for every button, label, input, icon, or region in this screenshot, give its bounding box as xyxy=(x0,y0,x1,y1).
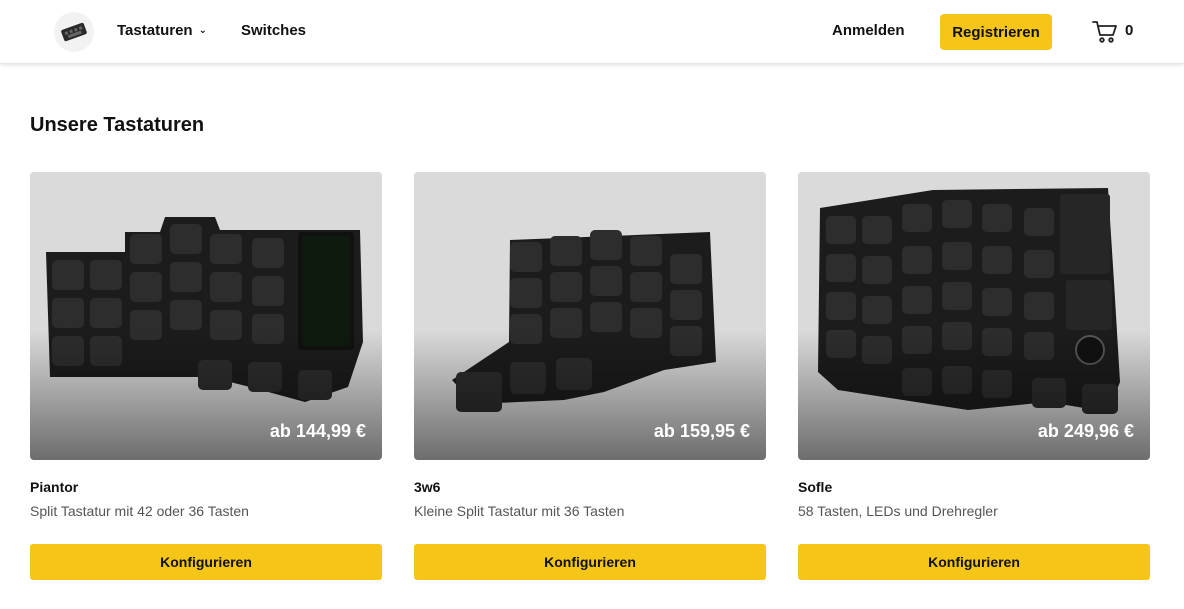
product-image-sofle[interactable]: ab 249,96 € xyxy=(798,172,1150,460)
cart-count: 0 xyxy=(1125,22,1134,39)
chevron-down-icon: ⌄ xyxy=(198,25,207,36)
product-name[interactable]: Sofle xyxy=(798,479,832,495)
configure-button-sofle[interactable]: Konfigurieren xyxy=(798,544,1150,580)
login-link[interactable]: Anmelden xyxy=(832,22,905,39)
product-price: ab 159,95 € xyxy=(653,421,750,441)
keyboard-logo-icon[interactable] xyxy=(54,12,94,52)
product-name[interactable]: 3w6 xyxy=(414,479,440,495)
product-description: Kleine Split Tastatur mit 36 Tasten xyxy=(414,503,625,519)
product-image-3w6[interactable]: ab 159,95 € xyxy=(414,172,766,460)
site-header: Tastaturen ⌄ Switches Anmelden Registrier… xyxy=(0,0,1184,64)
product-price: ab 144,99 € xyxy=(269,421,366,441)
nav-switches-link[interactable]: Switches xyxy=(241,22,306,39)
product-card-piantor: ab 144,99 € Piantor Split Tastatur mit 4… xyxy=(30,172,382,580)
page-title: Unsere Tastaturen xyxy=(30,114,205,136)
product-image-piantor[interactable]: ab 144,99 € xyxy=(30,172,382,460)
configure-button-3w6[interactable]: Konfigurieren xyxy=(414,544,766,580)
nav-keyboards-dropdown[interactable]: Tastaturen ⌄ xyxy=(117,22,207,39)
product-price: ab 249,96 € xyxy=(1037,421,1134,441)
product-description: Split Tastatur mit 42 oder 36 Tasten xyxy=(30,503,249,519)
product-description: 58 Tasten, LEDs und Drehregler xyxy=(798,503,998,519)
product-name[interactable]: Piantor xyxy=(30,479,78,495)
register-button[interactable]: Registrieren xyxy=(940,14,1052,50)
nav-keyboards-label: Tastaturen xyxy=(117,22,193,39)
product-card-sofle: ab 249,96 € Sofle 58 Tasten, LEDs und Dr… xyxy=(798,172,1150,580)
configure-button-piantor[interactable]: Konfigurieren xyxy=(30,544,382,580)
shopping-cart-icon[interactable] xyxy=(1092,20,1118,44)
product-card-3w6: ab 159,95 € 3w6 Kleine Split Tastatur mi… xyxy=(414,172,766,580)
